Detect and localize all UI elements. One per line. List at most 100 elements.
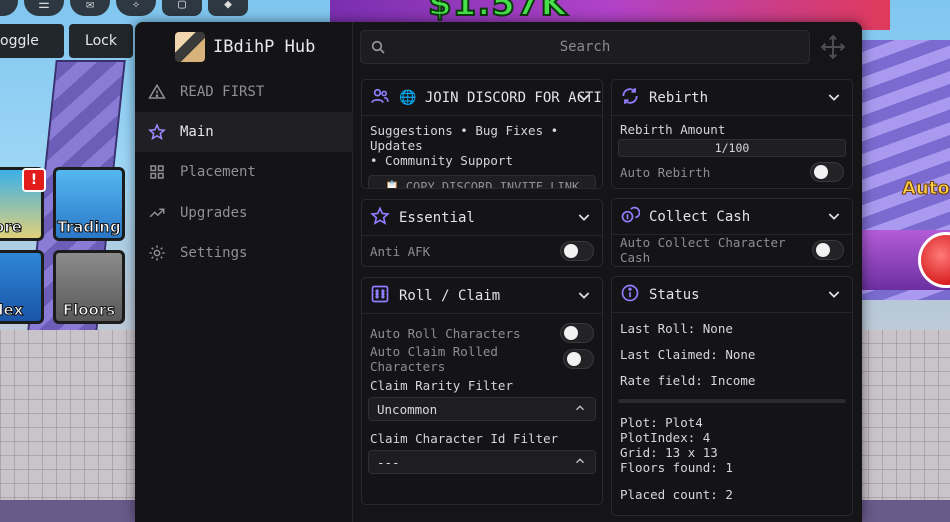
chevron-down-icon[interactable] [826, 286, 842, 306]
clipboard-icon: 📋 [384, 180, 400, 189]
chevron-down-icon[interactable] [576, 287, 592, 307]
id-filter-value: --- [377, 454, 400, 470]
anti-afk-label: Anti AFK [370, 243, 431, 259]
info-icon [620, 283, 640, 307]
rarity-filter-value: Uncommon [377, 401, 438, 417]
hub-window: IBdihP Hub READ FIRST Main Placement Upg… [135, 22, 862, 522]
id-filter-dropdown[interactable]: --- [368, 450, 596, 474]
lock-button[interactable]: Lock [69, 24, 133, 58]
floors-found-text: Floors found: 1 [620, 460, 733, 475]
auto-rebirth-label: Auto Rebirth [620, 164, 711, 180]
rebirth-amount-value: 1/100 [714, 141, 750, 155]
chevron-down-icon[interactable] [826, 208, 842, 228]
brand: IBdihP Hub [175, 32, 315, 62]
collect-cash-card-header[interactable]: Collect Cash [612, 199, 852, 235]
anti-afk-toggle[interactable] [560, 241, 594, 261]
sidebar-item-placement[interactable]: Placement [135, 152, 353, 192]
floors-tile[interactable]: Floors [53, 250, 125, 324]
main-panel: Search 🌐 JOIN DISCORD FOR ACTIVE C Sugge… [353, 22, 862, 522]
collect-cash-card-title: Collect Cash [649, 208, 751, 225]
search-icon [370, 39, 386, 59]
rebirth-amount-label: Rebirth Amount [620, 122, 726, 137]
search-placeholder: Search [559, 39, 611, 55]
dice-icon [370, 284, 390, 308]
search-input[interactable]: Search [360, 30, 810, 64]
discord-card-title: 🌐 JOIN DISCORD FOR ACTIVE C [399, 89, 602, 106]
rebirth-card: Rebirth Rebirth Amount 1/100 Auto Rebirt… [611, 79, 853, 189]
copy-discord-label: COPY DISCORD INVITE LINK [405, 180, 580, 189]
copy-discord-button[interactable]: 📋 COPY DISCORD INVITE LINK [368, 175, 596, 189]
rarity-filter-label: Claim Rarity Filter [370, 378, 513, 393]
warning-icon [148, 83, 166, 101]
auto-rebirth-toggle[interactable] [810, 162, 844, 182]
chevron-up-icon [573, 401, 587, 418]
roll-claim-card-header[interactable]: Roll / Claim [362, 278, 602, 314]
rebirth-amount-slider[interactable]: 1/100 [618, 139, 846, 157]
hamburger-icon[interactable]: ☰ [24, 0, 64, 16]
discord-card-header[interactable]: 🌐 JOIN DISCORD FOR ACTIVE C [362, 80, 602, 116]
sidebar-item-label: Placement [180, 164, 256, 180]
auto-roll-row: Auto Roll Characters [362, 320, 602, 346]
backpack-icon[interactable]: ▢ [162, 0, 202, 16]
grid-icon [148, 163, 166, 181]
trading-tile[interactable]: Trading [53, 167, 125, 241]
chevron-down-icon[interactable] [826, 89, 842, 109]
discord-line-1: Suggestions • Bug Fixes • Updates [370, 123, 559, 153]
sidebar-item-label: Upgrades [180, 205, 248, 221]
plot-index-text: PlotIndex: 4 [620, 430, 711, 445]
anti-afk-row: Anti AFK [362, 236, 602, 266]
status-card-header[interactable]: Status [612, 277, 852, 313]
star-icon [370, 205, 390, 230]
last-claimed-text: Last Claimed: None [620, 347, 756, 362]
essential-card: Essential Anti AFK [361, 199, 603, 267]
emote-icon[interactable]: ✧ [116, 0, 156, 16]
sidebar: IBdihP Hub READ FIRST Main Placement Upg… [135, 22, 353, 522]
discord-line-2: • Community Support [370, 153, 513, 168]
rebirth-card-title: Rebirth [649, 89, 709, 106]
auto-rebirth-row: Auto Rebirth [612, 157, 852, 187]
auto-claim-row: Auto Claim Rolled Characters [362, 344, 602, 374]
id-filter-label: Claim Character Id Filter [370, 431, 559, 446]
auto-collect-label: Auto Collect Character Cash [620, 235, 786, 265]
status-card-title: Status [649, 286, 700, 303]
sidebar-item-label: READ FIRST [180, 84, 265, 100]
sidebar-item-label: Main [180, 124, 214, 140]
auto-claim-toggle[interactable] [562, 349, 594, 369]
status-divider [618, 399, 846, 403]
last-roll-text: Last Roll: None [620, 321, 733, 336]
rebirth-card-header[interactable]: Rebirth [612, 80, 852, 116]
toggle-button[interactable]: oggle [0, 24, 64, 58]
roblox-menu-icon[interactable] [0, 0, 18, 16]
chevron-down-icon[interactable] [576, 209, 592, 229]
move-icon[interactable] [820, 34, 846, 64]
sidebar-item-read-first[interactable]: READ FIRST [135, 72, 353, 112]
hub-avatar [175, 32, 205, 62]
plot-text: Plot: Plot4 [620, 415, 703, 430]
essential-card-title: Essential [399, 209, 475, 226]
sidebar-item-settings[interactable]: Settings [135, 233, 353, 273]
auto-roll-toggle[interactable] [560, 323, 594, 343]
chevron-up-icon [573, 454, 587, 471]
chat-icon[interactable]: ✉ [70, 0, 110, 16]
sidebar-item-upgrades[interactable]: Upgrades [135, 193, 353, 233]
auto-claim-label: Auto Claim Rolled Characters [370, 344, 498, 374]
index-tile[interactable]: dex [0, 250, 44, 324]
collect-cash-card: Collect Cash Auto Collect Character Cash [611, 198, 853, 267]
gear-icon [148, 244, 166, 262]
auto-collect-toggle[interactable] [811, 240, 844, 260]
refresh-icon [620, 86, 640, 110]
alert-badge: ! [22, 168, 46, 192]
community-icon [370, 86, 390, 110]
avatar-icon[interactable]: ◆ [208, 0, 248, 16]
essential-card-header[interactable]: Essential [362, 200, 602, 236]
grid-text: Grid: 13 x 13 [620, 445, 718, 460]
money-display: $1.57K [427, 0, 568, 25]
chevron-down-icon[interactable] [576, 89, 592, 109]
coins-icon [620, 205, 641, 229]
roll-claim-card: Roll / Claim Auto Roll Characters Auto C… [361, 277, 603, 505]
discord-card: 🌐 JOIN DISCORD FOR ACTIVE C Suggestions … [361, 79, 603, 189]
rarity-filter-dropdown[interactable]: Uncommon [368, 397, 596, 421]
hub-title: IBdihP Hub [213, 37, 316, 57]
roblox-top-bar: ☰ ✉ ✧ ▢ ◆ [0, 0, 248, 16]
sidebar-item-main[interactable]: Main [135, 112, 353, 152]
